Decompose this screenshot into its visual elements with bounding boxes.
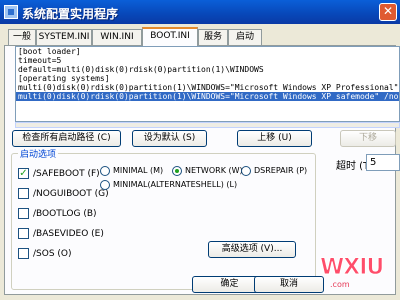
minimal-alternateshell-radio[interactable]: MINIMAL(ALTERNATESHELL) (L) [100,178,237,191]
horizontal-scrollbar[interactable] [15,122,400,128]
radio-circle [241,165,251,176]
radio-label: NETWORK (W) [185,166,243,175]
set-default-button[interactable]: 设为默认 (S) [132,130,207,147]
radio-label: MINIMAL(ALTERNATESHELL) (L) [113,180,238,189]
boot-ini-line[interactable]: [operating systems] [16,74,399,83]
move-up-button[interactable]: 上移 (U) [237,130,312,147]
bootlog-checkbox[interactable]: /BOOTLOG (B) [18,208,97,221]
radio-label: MINIMAL (M) [113,166,164,175]
tab-general[interactable]: 一般 [8,29,36,45]
sos-checkbox[interactable]: /SOS (O) [18,248,72,261]
boot-ini-line[interactable]: [boot loader] [16,47,399,56]
tab-services[interactable]: 服务 [198,29,228,45]
checkbox-box [18,208,29,219]
minimal-radio[interactable]: MINIMAL (M) [100,164,163,177]
boot-ini-line[interactable]: timeout=5 [16,56,399,65]
noguiboot-checkbox[interactable]: /NOGUIBOOT (G) [18,188,109,201]
radio-selected-icon [172,165,182,176]
timeout-input[interactable]: 5 [366,154,400,171]
app-icon [4,5,18,19]
watermark-sub: .com [330,280,350,289]
site-watermark: WXIU .com [319,253,396,293]
basevideo-checkbox[interactable]: /BASEVIDEO (E) [18,228,104,241]
move-down-button[interactable]: 下移 [340,130,396,147]
checkbox-label: /SAFEBOOT (F) [33,169,100,179]
tab-boot-ini[interactable]: BOOT.INI [142,27,198,46]
window-title: 系统配置实用程序 [22,7,119,21]
radio-circle [100,165,110,176]
radio-label: DSREPAIR (P) [254,166,308,175]
radio-circle [100,179,110,190]
boot-options-legend: 启动选项 [18,147,59,160]
check-all-boot-paths-button[interactable]: 检查所有启动路径 (C) [12,130,121,147]
boot-ini-line[interactable]: default=multi(0)disk(0)rdisk(0)partition… [16,65,399,74]
watermark-brand: WXIU [319,255,384,281]
tab-win-ini[interactable]: WIN.INI [92,29,142,45]
advanced-options-button[interactable]: 高级选项 (V)... [208,241,296,258]
cancel-button[interactable]: 取消 [254,276,324,293]
checkbox-label: /SOS (O) [33,249,72,259]
tab-startup[interactable]: 启动 [228,29,262,45]
boot-ini-line-selected[interactable]: multi(0)disk(0)rdisk(0)partition(1)\WIND… [16,92,399,101]
checkbox-box [18,188,29,199]
dsrepair-radio[interactable]: DSREPAIR (P) [241,164,307,177]
checkbox-box [18,228,29,239]
checkbox-label: /BOOTLOG (B) [33,209,97,219]
safeboot-checkbox[interactable]: ✓ /SAFEBOOT (F) [18,168,100,181]
checkbox-label: /BASEVIDEO (E) [33,229,104,239]
boot-ini-listbox[interactable]: [boot loader] timeout=5 default=multi(0)… [15,46,400,122]
network-radio[interactable]: NETWORK (W) [172,164,243,177]
title-bar: 系统配置实用程序 ✕ [0,0,400,24]
checkbox-box [18,248,29,259]
close-button[interactable]: ✕ [379,3,397,21]
checkbox-label: /NOGUIBOOT (G) [33,189,109,199]
checkmark-icon: ✓ [18,168,29,179]
boot-ini-line[interactable]: multi(0)disk(0)rdisk(0)partition(1)\WIND… [16,83,399,92]
tab-system-ini[interactable]: SYSTEM.INI [36,29,92,45]
